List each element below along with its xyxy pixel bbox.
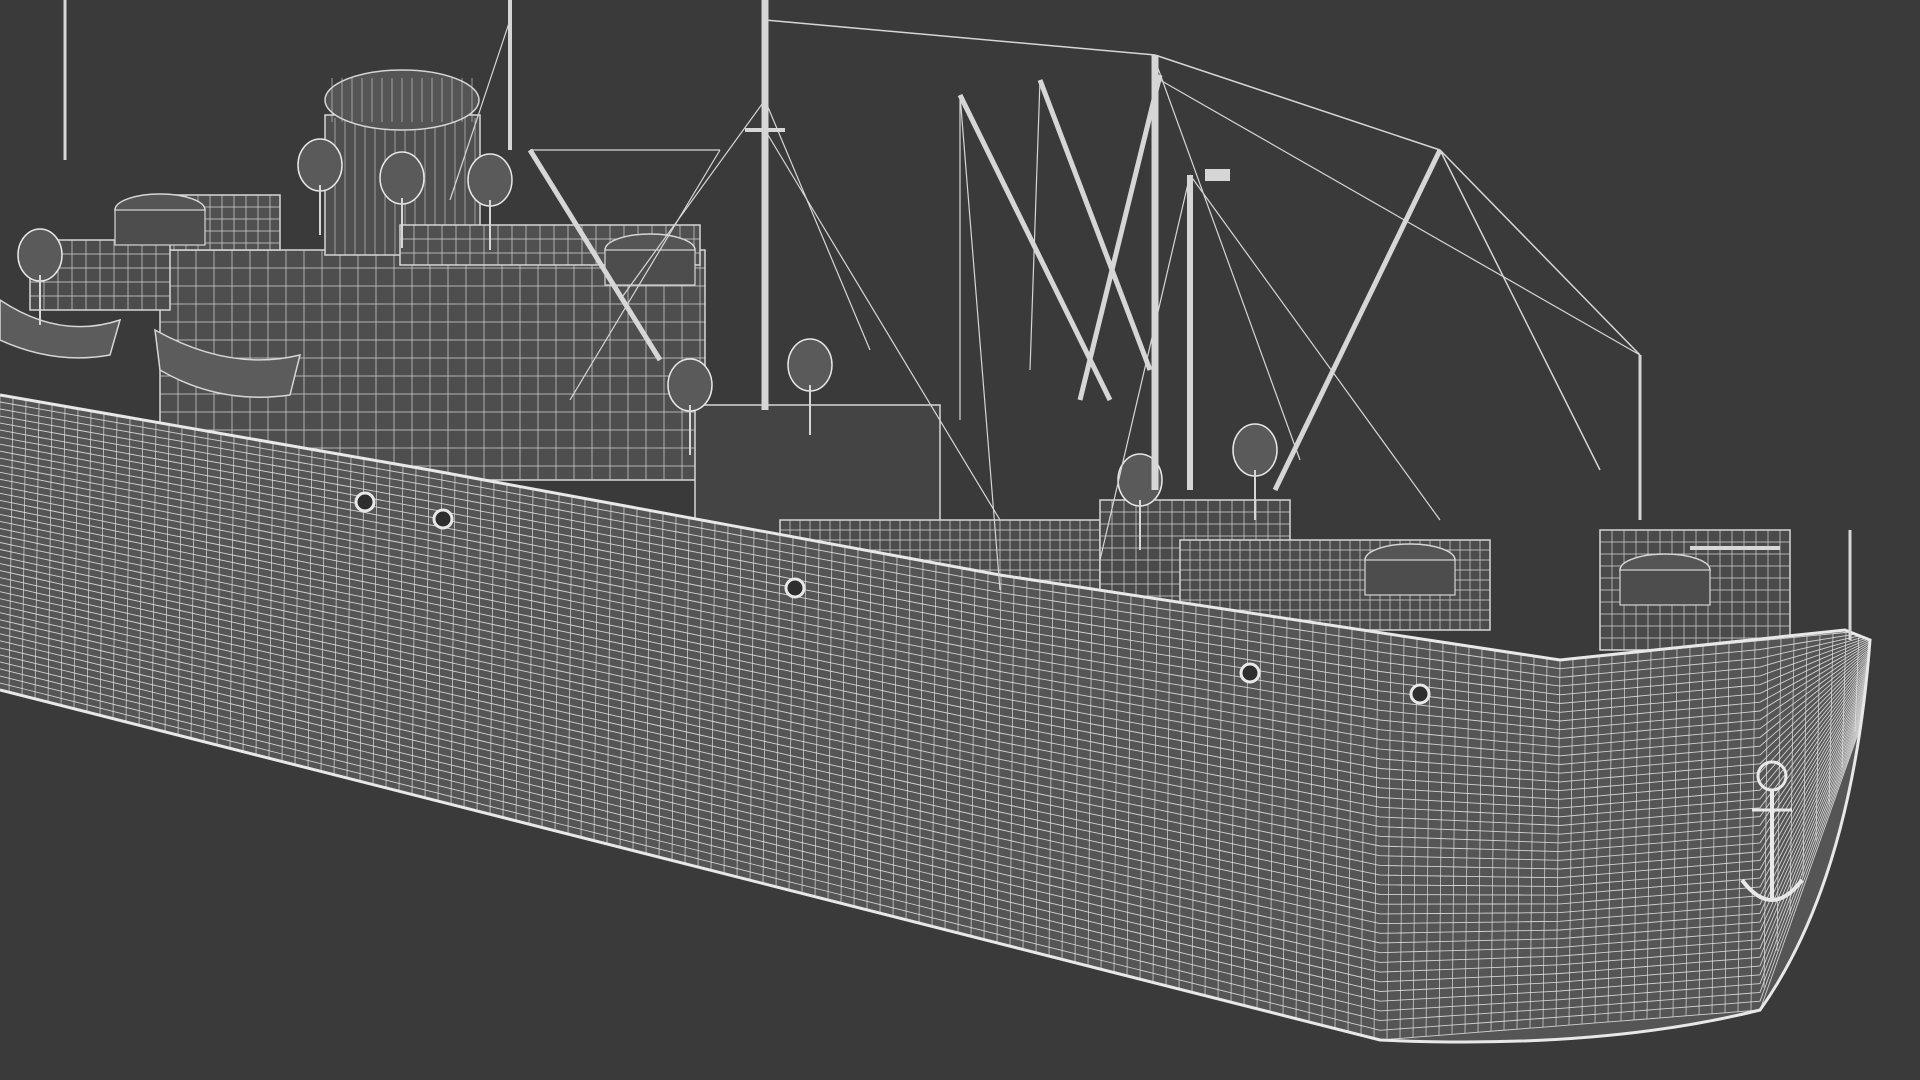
porthole [354,491,376,513]
gun-tub-wall [1364,559,1456,596]
ventilator [787,338,833,392]
ventilator [17,228,63,282]
ventilator [467,153,513,207]
ventilator [297,138,343,192]
ventilator [1232,423,1278,477]
gun-tub-wall [1619,569,1711,606]
wireframe-ship-render [0,0,1920,1080]
porthole [432,508,454,530]
porthole [1239,662,1261,684]
gun-tub-wall [114,209,206,246]
ventilator [379,151,425,205]
porthole [784,577,806,599]
ventilator [667,358,713,412]
porthole [1409,683,1431,705]
